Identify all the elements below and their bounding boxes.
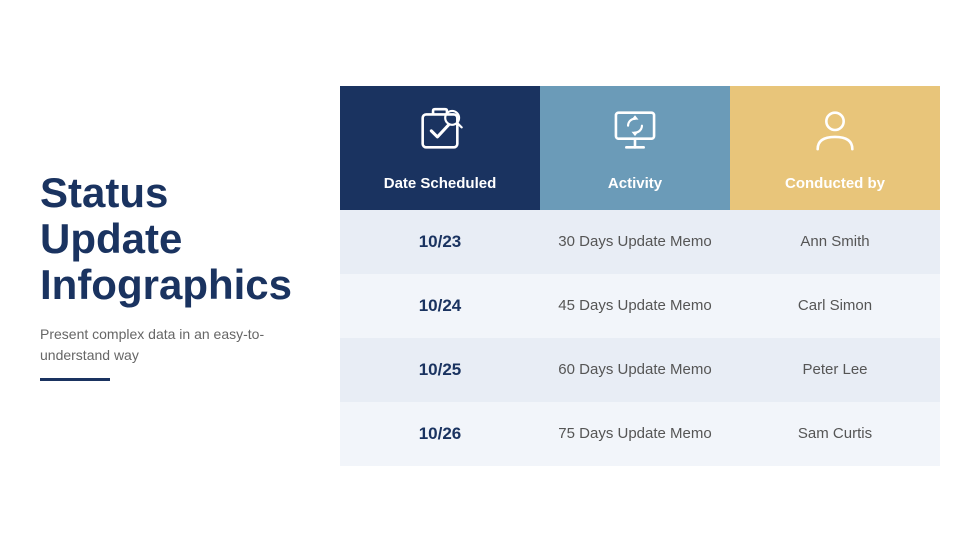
cell-activity: 60 Days Update Memo <box>540 338 730 402</box>
main-container: Status Update Infographics Present compl… <box>0 0 980 551</box>
calendar-check-icon <box>414 104 466 167</box>
person-icon <box>809 104 861 167</box>
activity-column-header: Activity <box>540 86 730 210</box>
date-column-label: Date Scheduled <box>384 175 497 192</box>
table-row: 10/2560 Days Update MemoPeter Lee <box>340 338 940 402</box>
date-column-header: Date Scheduled <box>340 86 540 210</box>
table-area: Date Scheduled <box>340 86 940 466</box>
cell-activity: 75 Days Update Memo <box>540 402 730 466</box>
cell-date: 10/24 <box>340 274 540 338</box>
cell-activity: 45 Days Update Memo <box>540 274 730 338</box>
table-row: 10/2445 Days Update MemoCarl Simon <box>340 274 940 338</box>
cell-conducted-by: Sam Curtis <box>730 402 940 466</box>
activity-column-label: Activity <box>608 175 662 192</box>
cell-conducted-by: Ann Smith <box>730 210 940 274</box>
cell-conducted-by: Carl Simon <box>730 274 940 338</box>
cell-date: 10/25 <box>340 338 540 402</box>
page-title: Status Update Infographics <box>40 170 320 309</box>
cell-date: 10/26 <box>340 402 540 466</box>
table-header: Date Scheduled <box>340 86 940 210</box>
cell-conducted-by: Peter Lee <box>730 338 940 402</box>
table-row: 10/2675 Days Update MemoSam Curtis <box>340 402 940 466</box>
conducted-column-header: Conducted by <box>730 86 940 210</box>
cell-date: 10/23 <box>340 210 540 274</box>
left-panel: Status Update Infographics Present compl… <box>40 170 340 382</box>
table-row: 10/2330 Days Update MemoAnn Smith <box>340 210 940 274</box>
subtitle: Present complex data in an easy-to-under… <box>40 324 320 366</box>
title-divider <box>40 378 110 381</box>
cell-activity: 30 Days Update Memo <box>540 210 730 274</box>
monitor-refresh-icon <box>609 104 661 167</box>
conducted-column-label: Conducted by <box>785 175 885 192</box>
table-body: 10/2330 Days Update MemoAnn Smith10/2445… <box>340 210 940 466</box>
